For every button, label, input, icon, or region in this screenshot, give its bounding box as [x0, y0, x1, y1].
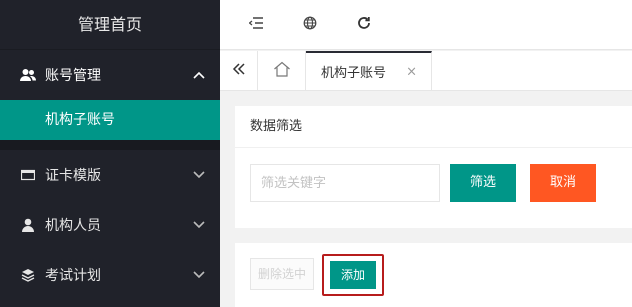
tab-label: 机构子账号: [321, 66, 387, 81]
user-icon: [20, 217, 36, 233]
menu-toggle-icon: [248, 16, 263, 33]
refresh-icon: [357, 16, 371, 34]
filter-row: 筛选 取消: [250, 164, 596, 202]
close-icon[interactable]: ×: [406, 65, 417, 78]
sidebar-submenu: 机构子账号: [0, 100, 220, 150]
double-chevron-left-icon: [232, 62, 246, 79]
refresh-button[interactable]: [346, 0, 382, 50]
sidebar-item-exam-plan[interactable]: 考试计划: [0, 250, 220, 300]
filter-card: 数据筛选 筛选 取消: [235, 106, 632, 228]
sidebar-item-card-template[interactable]: 证卡模版: [0, 150, 220, 200]
chevron-down-icon: [192, 218, 206, 232]
delete-selected-button[interactable]: 删除选中: [250, 258, 314, 290]
sidebar-item-label: 账号管理: [45, 68, 101, 84]
tab-org-subaccount[interactable]: 机构子账号 ×: [306, 51, 432, 90]
filter-button[interactable]: 筛选: [450, 164, 516, 202]
tab-home[interactable]: [258, 51, 306, 90]
filter-card-title: 数据筛选: [235, 106, 632, 148]
chevron-up-icon: [192, 68, 206, 82]
sidebar-item-org-staff[interactable]: 机构人员: [0, 200, 220, 250]
layers-icon: [20, 267, 36, 283]
highlight-frame: 添加: [322, 254, 384, 296]
card-icon: [20, 167, 36, 183]
tab-bar: 机构子账号 ×: [220, 51, 632, 91]
sidebar-subitem-org-subaccount[interactable]: 机构子账号: [0, 100, 220, 140]
website-button[interactable]: [292, 0, 328, 50]
add-button[interactable]: 添加: [330, 261, 376, 289]
cancel-button[interactable]: 取消: [530, 164, 596, 202]
chevron-down-icon: [192, 168, 206, 182]
keyword-filter-input[interactable]: [250, 164, 440, 202]
top-header: [220, 0, 632, 50]
chevron-down-icon: [192, 268, 206, 282]
sidebar: 管理首页 账号管理 机构子账号 证卡模版 机构人员 考试计划: [0, 0, 220, 307]
globe-icon: [303, 16, 317, 34]
tab-scroll-left-button[interactable]: [220, 51, 258, 90]
action-card: 删除选中 添加: [235, 243, 632, 307]
sidebar-logo[interactable]: 管理首页: [0, 0, 220, 50]
sidebar-item-label: 机构人员: [45, 218, 101, 234]
sidebar-item-label: 证卡模版: [45, 168, 101, 184]
sidebar-item-account-management[interactable]: 账号管理: [0, 50, 220, 100]
home-icon: [273, 61, 291, 81]
menu-toggle-button[interactable]: [238, 0, 274, 50]
users-icon: [20, 67, 36, 83]
submenu-spacer: [0, 140, 220, 150]
sidebar-item-label: 考试计划: [45, 268, 101, 284]
